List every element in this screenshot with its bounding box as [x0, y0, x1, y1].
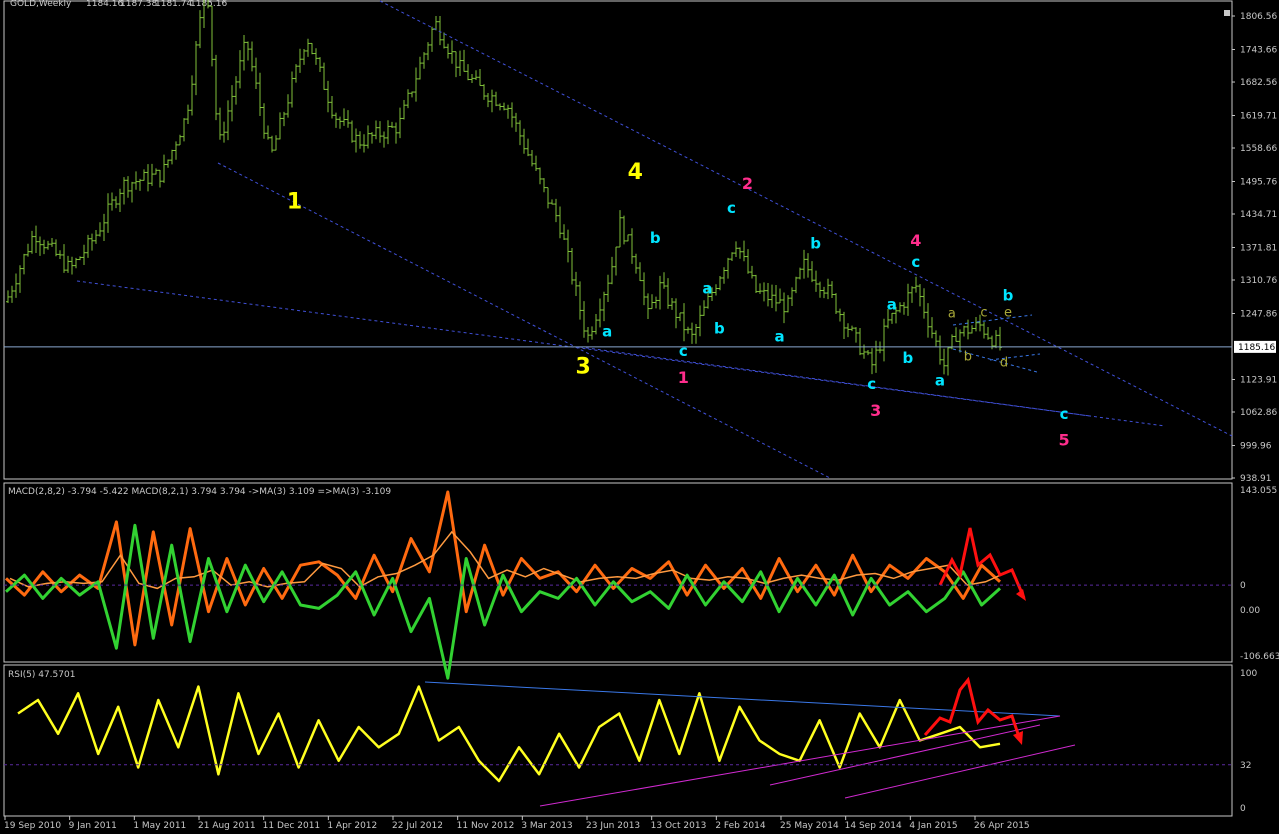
- lower-channel-line: [217, 162, 831, 479]
- macd-tick-label: 0.00: [1240, 606, 1260, 616]
- wave-label: d: [1000, 356, 1008, 371]
- time-tick-label: 26 Apr 2015: [974, 821, 1030, 830]
- wave-label: 4: [910, 231, 921, 250]
- price-tick-label: 999.96: [1240, 441, 1272, 451]
- wave-label: 5: [1059, 430, 1070, 449]
- price-tick-label: 1558.66: [1240, 144, 1277, 154]
- rsi-title: RSI(5) 47.5701: [8, 670, 75, 680]
- price-tick-label: 1371.81: [1240, 243, 1277, 253]
- chart-shift-marker[interactable]: [1224, 10, 1230, 16]
- wave-label: c: [679, 342, 688, 360]
- wave-label: a: [602, 322, 612, 340]
- wave-label: c: [867, 375, 876, 393]
- chart-window: GOLD,Weekly 1184.16 1187.38 1181.74 1185…: [0, 0, 1279, 831]
- price-tick-label: 938.91: [1240, 474, 1272, 484]
- symbol-title: GOLD,Weekly: [10, 0, 72, 9]
- wave-label: b: [810, 234, 821, 252]
- triangle-top-line: [952, 314, 1033, 326]
- wave-labels: 1234abc1abc2abc3abc4aabcdebc5: [287, 160, 1070, 449]
- price-tick-label: 1495.76: [1240, 177, 1277, 187]
- time-tick-label: 11 Dec 2011: [263, 821, 321, 830]
- price-tick-label: 1310.76: [1240, 276, 1277, 286]
- low-value: 1181.74: [155, 0, 192, 9]
- wave-label: 1: [678, 368, 689, 387]
- triangle-mid-line: [989, 353, 1041, 361]
- time-tick-label: 14 Sep 2014: [845, 821, 902, 830]
- current-price-label: 1185.16: [1238, 343, 1275, 353]
- time-tick-label: 1 May 2011: [133, 821, 186, 830]
- price-layer: [6, 0, 1002, 376]
- wave-label: b: [1003, 287, 1014, 305]
- wave-label: c: [980, 306, 987, 321]
- time-tick-label: 2 Feb 2014: [715, 821, 766, 830]
- price-tick-label: 1123.91: [1240, 375, 1277, 385]
- price-pane-frame: [3, 0, 1233, 480]
- time-tick-label: 4 Jan 2015: [909, 821, 957, 830]
- wave-label: b: [964, 349, 972, 364]
- rsi-arrow-head: [1013, 731, 1023, 745]
- time-axis: 19 Sep 2010 9 Jan 2011 1 May 2011 21 Aug 20…: [4, 816, 1030, 831]
- wave-label: a: [702, 280, 712, 298]
- time-tick-label: 9 Jan 2011: [69, 821, 117, 830]
- wave-label: e: [1004, 306, 1012, 321]
- rsi-layer: [17, 676, 1076, 807]
- wave-label: b: [650, 229, 661, 247]
- price-tick-label: 1247.86: [1240, 309, 1277, 319]
- macd-tick-label: 143.055: [1240, 486, 1277, 496]
- wave-label: 4: [628, 160, 643, 185]
- macd-tick-label: -106.663: [1240, 652, 1279, 662]
- wave-label: c: [911, 253, 920, 271]
- wave-label: 1: [287, 190, 302, 215]
- rsi-support-line-2: [769, 724, 1041, 786]
- rsi-tick-label: 100: [1240, 669, 1257, 679]
- upper-channel-line: [379, 0, 1233, 437]
- macd-arrow-head: [1016, 589, 1026, 601]
- time-tick-label: 11 Nov 2012: [457, 821, 515, 830]
- time-tick-label: 1 Apr 2012: [327, 821, 377, 830]
- wave-label: c: [1060, 405, 1069, 423]
- close-value: 1185.16: [190, 0, 227, 9]
- wave-label: c: [727, 199, 736, 217]
- rsi-support-line-1: [539, 715, 1061, 807]
- price-tick-label: 1682.56: [1240, 78, 1277, 88]
- time-tick-label: 21 Aug 2011: [198, 821, 256, 830]
- wave-label: a: [774, 328, 784, 346]
- time-tick-label: 22 Jul 2012: [392, 821, 443, 830]
- time-tick-label: 23 Jun 2013: [586, 821, 640, 830]
- wave-label: a: [948, 307, 956, 322]
- wave-label: a: [935, 371, 945, 389]
- price-tick-label: 1434.71: [1240, 210, 1277, 220]
- wave-label: b: [714, 320, 725, 338]
- wave-label: 2: [742, 174, 753, 193]
- chart-canvas[interactable]: GOLD,Weekly 1184.16 1187.38 1181.74 1185…: [0, 0, 1279, 831]
- price-header: GOLD,Weekly 1184.16 1187.38 1181.74 1185…: [10, 0, 227, 9]
- price-tick-label: 1062.86: [1240, 408, 1277, 418]
- macd-tick-label: 0: [1240, 581, 1246, 591]
- price-axis: 1806.56 1743.66 1682.56 1619.71 1558.66 1495.…: [4, 12, 1277, 484]
- wave-label: 3: [870, 401, 881, 420]
- time-tick-label: 19 Sep 2010: [4, 821, 61, 830]
- price-tick-label: 1619.71: [1240, 111, 1277, 121]
- open-value: 1184.16: [86, 0, 123, 9]
- wave-label: 3: [576, 355, 591, 380]
- price-tick-label: 1806.56: [1240, 12, 1277, 22]
- rsi-support-line-3: [844, 744, 1076, 799]
- rsi-pane-frame: [3, 664, 1233, 817]
- macd-title: MACD(2,8,2) -3.794 -5.422 MACD(8,2,1) 3.…: [8, 487, 391, 497]
- time-tick-label: 25 May 2014: [780, 821, 839, 830]
- time-tick-label: 3 Mar 2013: [521, 821, 572, 830]
- wave-label: b: [902, 349, 913, 367]
- wave-label: a: [887, 296, 897, 314]
- rsi-tick-label: 0: [1240, 804, 1246, 814]
- high-value: 1187.38: [120, 0, 157, 9]
- time-tick-label: 13 Oct 2013: [651, 821, 707, 830]
- rsi-tick-label: 32: [1240, 761, 1251, 771]
- price-tick-label: 1743.66: [1240, 45, 1277, 55]
